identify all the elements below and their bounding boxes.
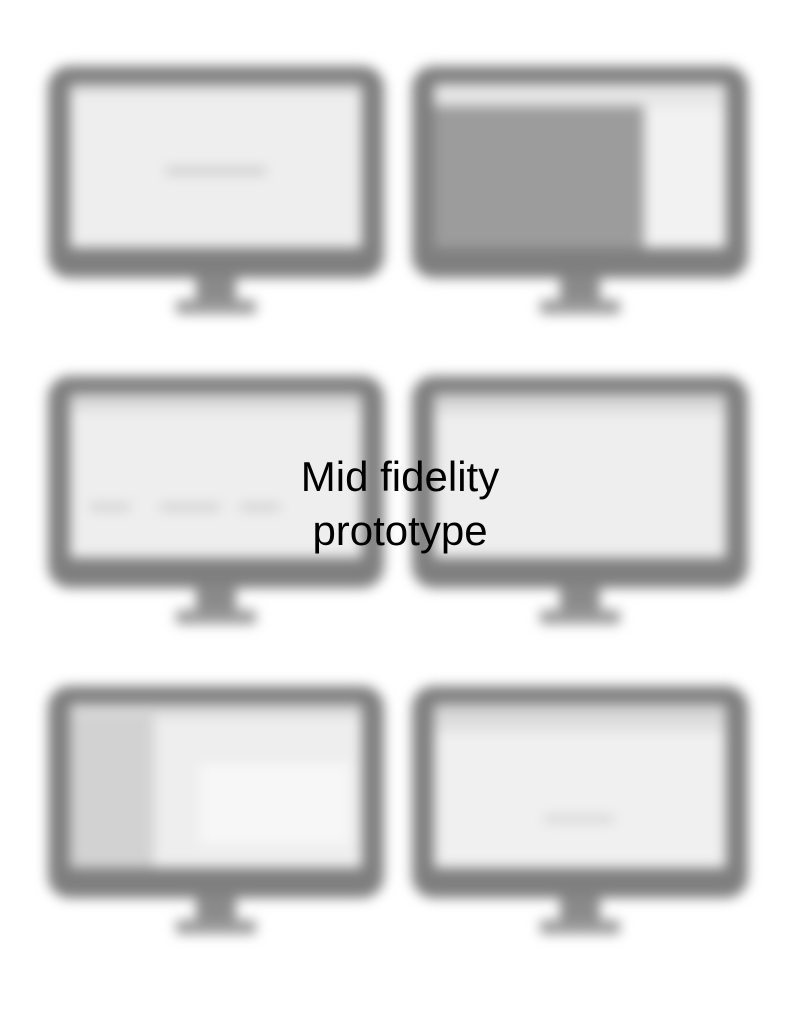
monitor-wireframe [412,686,748,946]
monitor-base [540,610,620,624]
monitor-wireframe [48,66,384,326]
caption-line-2: prototype [312,507,488,554]
monitor-stand [560,896,600,922]
monitor-stand [196,586,236,612]
monitor-screen [434,704,726,868]
monitor-base [176,610,256,624]
monitor-stand [196,896,236,922]
monitor-wireframe [48,686,384,946]
monitor-screen [434,84,726,248]
monitor-base [540,920,620,934]
monitor-base [176,300,256,314]
monitor-stand [560,276,600,302]
monitor-wireframe [412,66,748,326]
caption-line-1: Mid fidelity [300,453,500,500]
monitor-stand [560,586,600,612]
monitor-stand [196,276,236,302]
caption-text: Mid fidelity prototype [0,450,800,558]
monitor-base [176,920,256,934]
monitor-base [540,300,620,314]
monitor-screen [70,704,362,868]
monitor-screen [70,84,362,248]
